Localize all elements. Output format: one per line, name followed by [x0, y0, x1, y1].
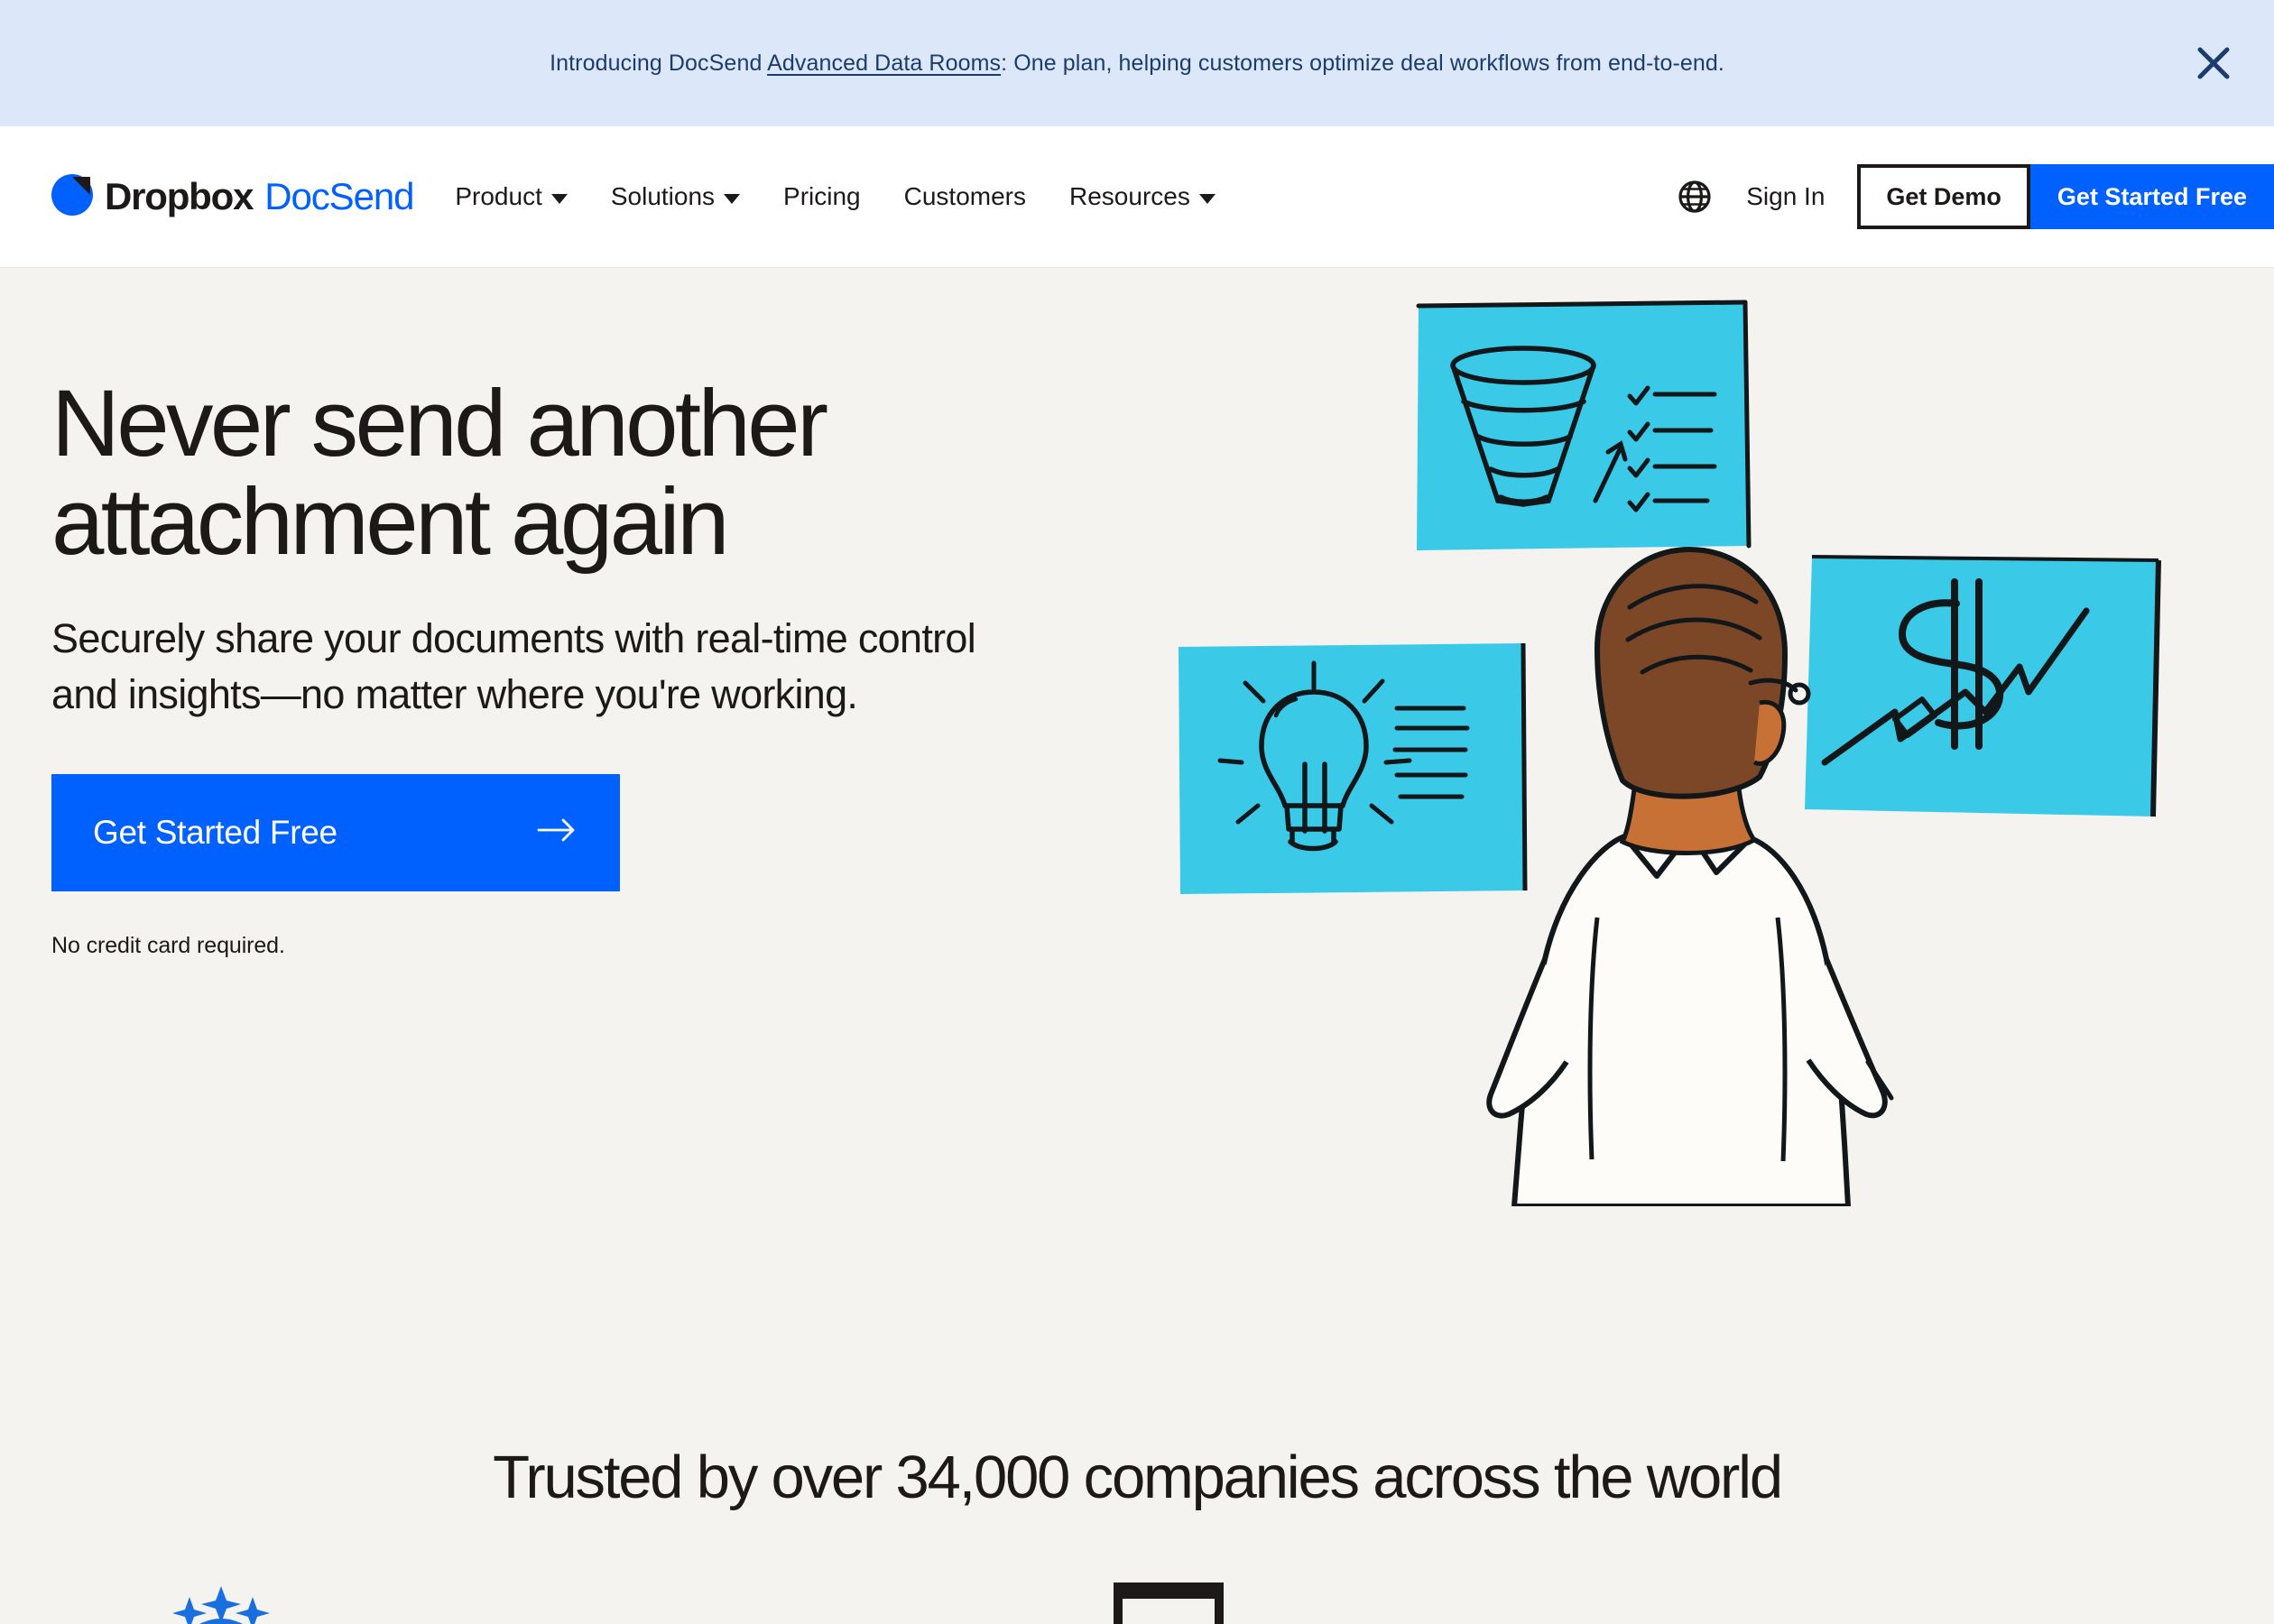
announcement-banner: Introducing DocSend Advanced Data Rooms:…: [0, 0, 2274, 126]
dropbox-logo-icon: [51, 173, 93, 220]
get-started-free-nav-button[interactable]: Get Started Free: [2029, 164, 2274, 229]
hero-get-started-free-button[interactable]: Get Started Free: [51, 773, 620, 891]
announcement-text: Introducing DocSend Advanced Data Rooms:…: [550, 49, 1724, 78]
funnel-checklist-card: [1416, 300, 1752, 550]
hero-section: Never send another attachment again Secu…: [0, 268, 2274, 1409]
chevron-down-icon: [550, 193, 568, 204]
close-icon[interactable]: [2189, 39, 2238, 88]
sign-in-link[interactable]: Sign In: [1746, 182, 1825, 211]
brand-company-name: Dropbox: [105, 175, 254, 217]
nav-item-solutions[interactable]: Solutions: [610, 182, 741, 211]
trusted-by-section: Trusted by over 34,000 companies across …: [0, 1409, 2274, 1624]
globe-icon[interactable]: [1663, 180, 1726, 214]
idea-card: [1179, 642, 1528, 894]
nav-item-pricing[interactable]: Pricing: [783, 182, 861, 211]
brand-product-name: DocSend: [264, 175, 414, 217]
main-navigation: Dropbox DocSend Product Solutions Pricin…: [0, 126, 2274, 268]
advanced-data-rooms-link[interactable]: Advanced Data Rooms: [767, 51, 1001, 76]
nav-links: Product Solutions Pricing Customers Reso…: [455, 182, 1216, 211]
company-logo-frame: [1083, 1577, 1254, 1624]
company-logo-crest: [135, 1577, 307, 1624]
announcement-text-after: : One plan, helping customers optimize d…: [1001, 50, 1724, 76]
nav-item-product-label: Product: [455, 182, 542, 210]
nav-actions: Sign In Get Demo Get Started Free: [1663, 126, 2274, 267]
hero-title: Never send another attachment again: [51, 371, 828, 576]
nav-item-pricing-label: Pricing: [783, 182, 861, 210]
nav-item-resources[interactable]: Resources: [1069, 182, 1216, 211]
hero-subtitle: Securely share your documents with real-…: [51, 615, 976, 718]
person-viewing-dashboards-illustration: [1173, 295, 2184, 1206]
nav-item-customers-label: Customers: [903, 182, 1027, 210]
nav-item-customers[interactable]: Customers: [904, 182, 1026, 211]
customer-logos: [0, 1577, 2274, 1624]
hero-copy: Never send another attachment again Secu…: [51, 374, 1188, 959]
chevron-down-icon: [724, 193, 741, 204]
hero-cta-label: Get Started Free: [93, 813, 337, 851]
hero-disclaimer: No credit card required.: [51, 932, 285, 958]
nav-item-resources-label: Resources: [1069, 182, 1190, 210]
get-demo-button[interactable]: Get Demo: [1857, 164, 2030, 229]
arrow-right-icon: [537, 814, 577, 852]
revenue-card: [1805, 555, 2161, 817]
brand-logo-link[interactable]: Dropbox DocSend: [51, 173, 414, 220]
nav-item-product[interactable]: Product: [455, 182, 568, 211]
nav-item-solutions-label: Solutions: [610, 182, 716, 210]
trusted-by-title: Trusted by over 34,000 companies across …: [493, 1444, 1783, 1511]
chevron-down-icon: [1198, 193, 1216, 204]
company-logo-dot: [2030, 1577, 2139, 1624]
announcement-text-before: Introducing DocSend: [550, 50, 768, 76]
